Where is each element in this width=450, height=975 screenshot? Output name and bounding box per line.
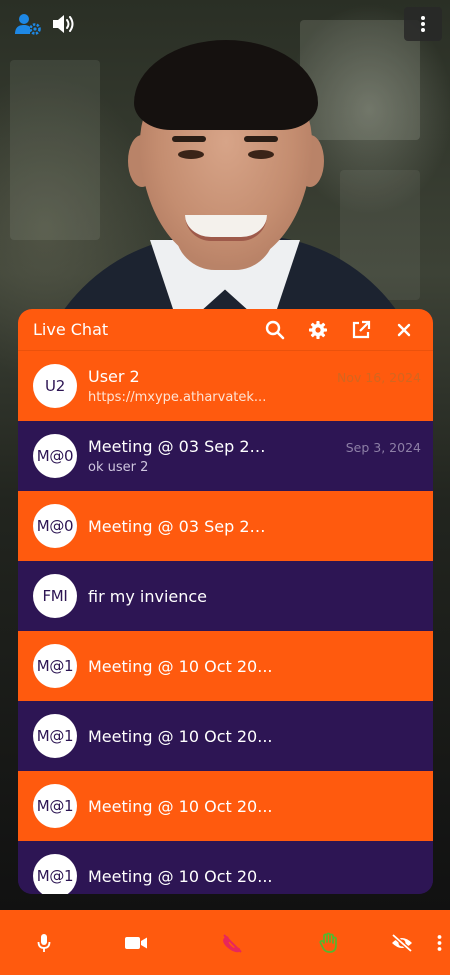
chat-item-preview: ok user 2 <box>88 460 149 475</box>
chat-item-user-2[interactable]: U2 User 2 Nov 16, 2024 https://mxype.ath… <box>18 351 433 421</box>
close-icon[interactable] <box>389 315 419 345</box>
chat-item-meeting-10-oct[interactable]: M@1 Meeting @ 10 Oct 20... <box>18 771 433 841</box>
chat-list: U2 User 2 Nov 16, 2024 https://mxype.ath… <box>18 351 433 894</box>
chat-item-name: Meeting @ 10 Oct 20... <box>88 656 273 676</box>
chat-item-name: Meeting @ 03 Sep 20... <box>88 437 274 456</box>
participant-smile <box>185 215 267 241</box>
background-window <box>10 60 100 240</box>
chat-item-date: Nov 16, 2024 <box>336 370 421 385</box>
raise-hand-icon[interactable] <box>315 929 343 957</box>
participant-hair <box>134 40 318 130</box>
participant-eye <box>248 150 274 159</box>
chat-title: Live Chat <box>33 320 109 339</box>
participant-eye <box>178 150 204 159</box>
chat-item-name: Meeting @ 10 Oct 20... <box>88 796 273 816</box>
microphone-icon[interactable] <box>30 929 58 957</box>
more-vertical-icon <box>421 16 425 32</box>
avatar: M@1 <box>33 854 77 894</box>
avatar: M@0 <box>33 504 77 548</box>
avatar: M@1 <box>33 784 77 828</box>
chat-item-name: Meeting @ 03 Sep 20... <box>88 516 274 536</box>
avatar: M@0 <box>33 434 77 478</box>
chat-item-preview: https://mxype.atharvatek... <box>88 390 267 405</box>
gear-icon[interactable] <box>303 315 333 345</box>
chat-item-meeting-10-oct[interactable]: M@1 Meeting @ 10 Oct 20... <box>18 631 433 701</box>
participant-brow <box>172 136 206 142</box>
speaker-icon[interactable] <box>50 10 78 38</box>
chat-item-meeting-03-sep[interactable]: M@0 Meeting @ 03 Sep 20... Sep 3, 2024 o… <box>18 421 433 491</box>
chat-header: Live Chat <box>18 309 433 351</box>
hide-video-icon[interactable] <box>388 929 416 957</box>
video-camera-icon[interactable] <box>122 929 150 957</box>
chat-item-name: fir my invience <box>88 586 208 606</box>
chat-item-name: User 2 <box>88 367 140 386</box>
chat-item-fir-my-invience[interactable]: FMI fir my invience <box>18 561 433 631</box>
live-chat-panel: Live Chat U2 User 2 Nov 16, 2024 https:/… <box>18 309 433 894</box>
chat-item-date: Sep 3, 2024 <box>345 440 421 455</box>
more-vertical-icon[interactable] <box>432 929 446 957</box>
avatar: M@1 <box>33 644 77 688</box>
background-window <box>300 20 420 140</box>
chat-item-name: Meeting @ 10 Oct 20... <box>88 726 273 746</box>
external-link-icon[interactable] <box>346 315 376 345</box>
avatar: M@1 <box>33 714 77 758</box>
chat-item-meeting-10-oct[interactable]: M@1 Meeting @ 10 Oct 20... <box>18 701 433 771</box>
avatar: FMI <box>33 574 77 618</box>
phone-hangup-icon[interactable] <box>218 929 246 957</box>
avatar: U2 <box>33 364 77 408</box>
chat-item-meeting-03-sep[interactable]: M@0 Meeting @ 03 Sep 20... <box>18 491 433 561</box>
chat-item-name: Meeting @ 10 Oct 20... <box>88 866 273 886</box>
call-toolbar <box>0 910 450 975</box>
search-icon[interactable] <box>260 315 290 345</box>
participants-settings-icon[interactable] <box>14 10 42 38</box>
participant-brow <box>244 136 278 142</box>
more-options-button[interactable] <box>404 7 442 41</box>
chat-item-meeting-10-oct[interactable]: M@1 Meeting @ 10 Oct 20... <box>18 841 433 894</box>
